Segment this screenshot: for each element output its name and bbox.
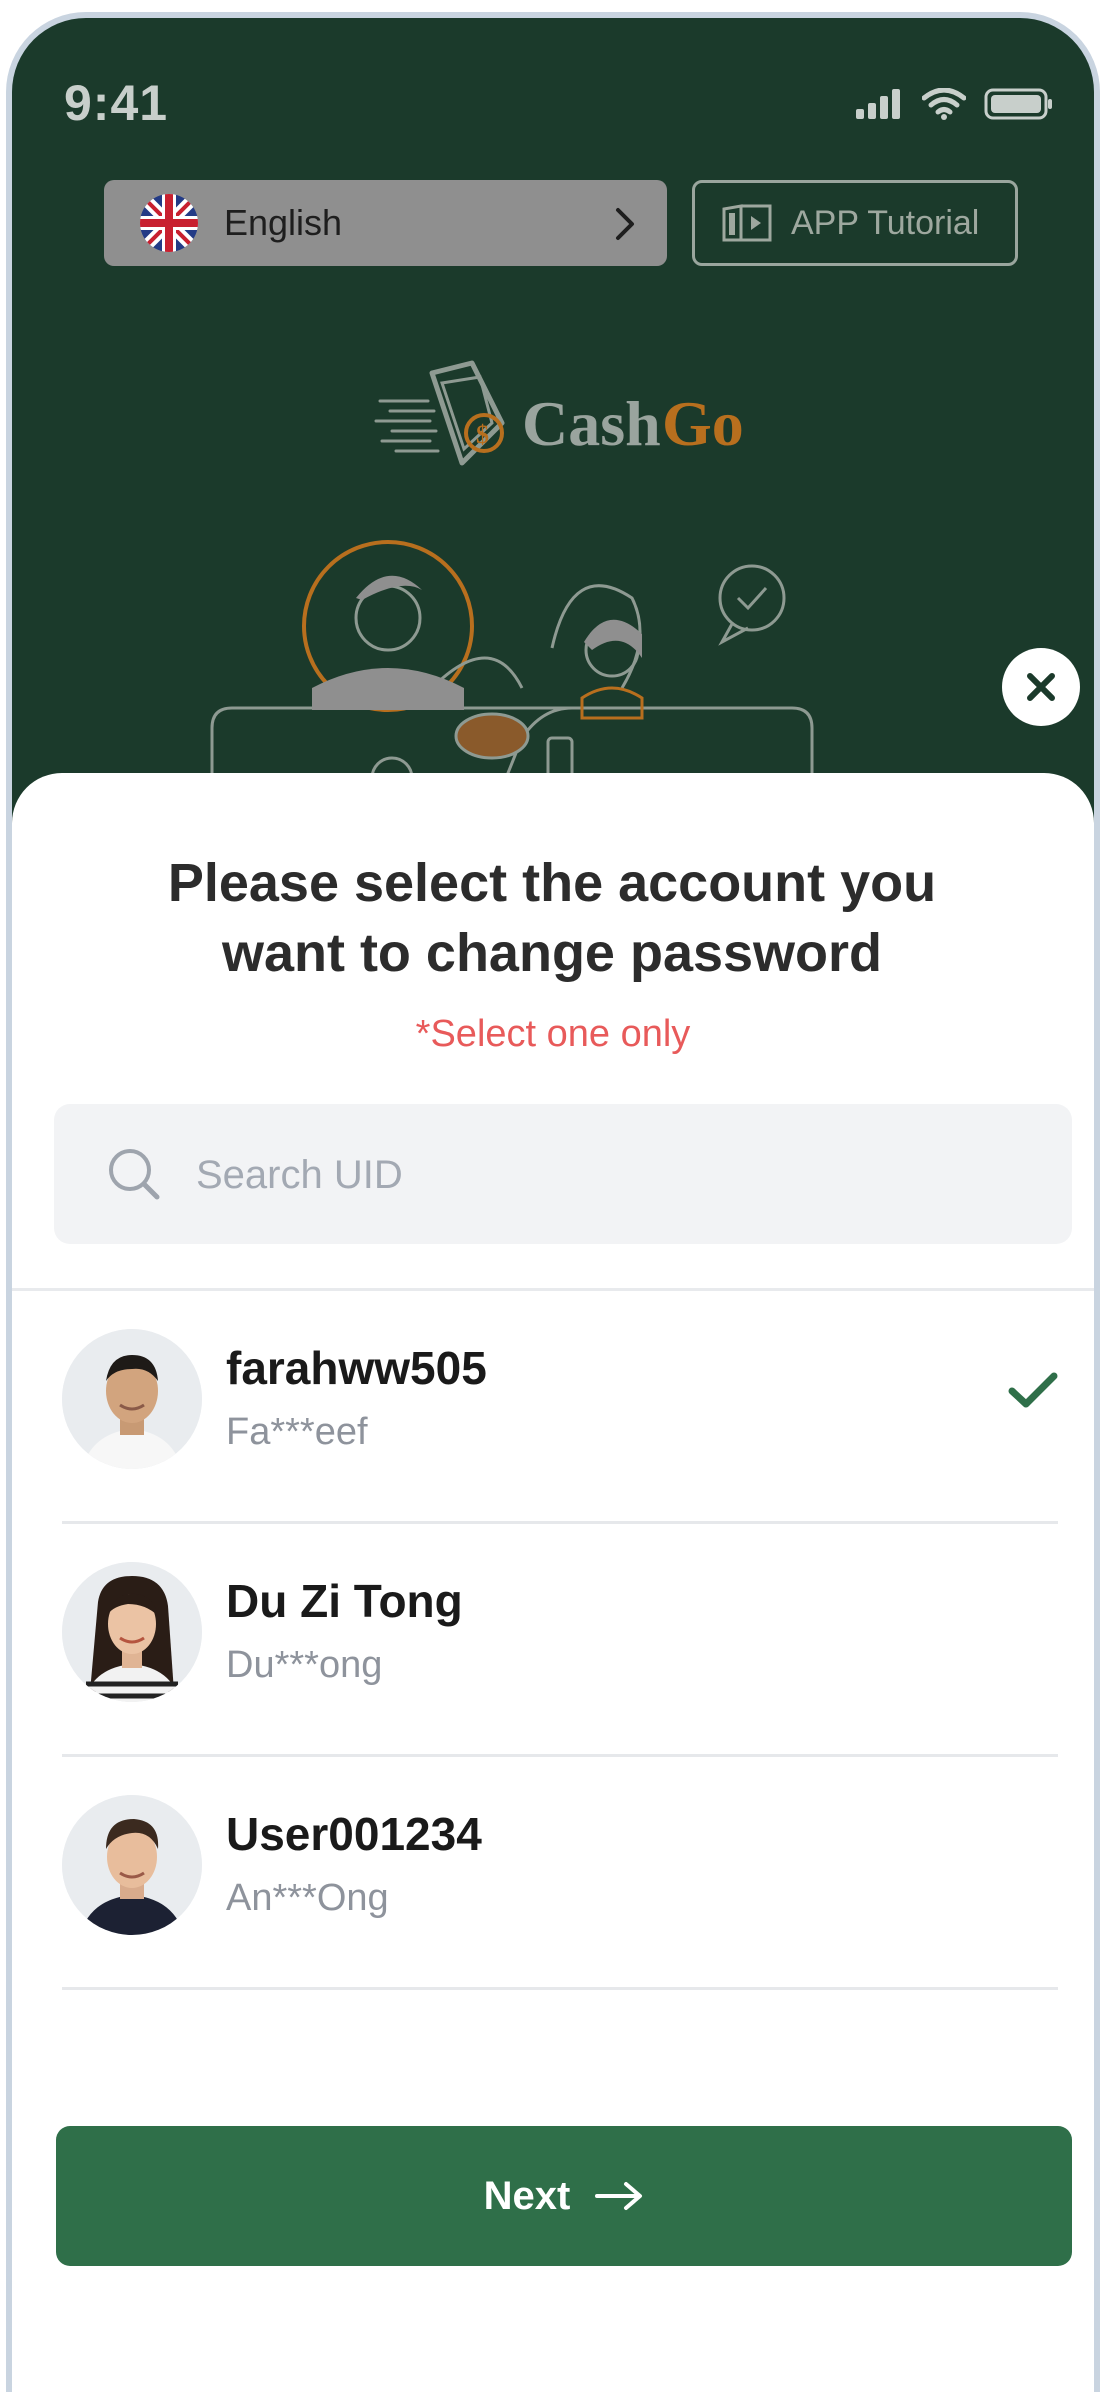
hero-illustration [192, 538, 832, 800]
close-button[interactable] [1002, 648, 1080, 726]
check-icon [1008, 1372, 1058, 1408]
arrow-right-icon [595, 2182, 643, 2210]
battery-icon [984, 88, 1052, 120]
account-masked-name: An***Ong [226, 1877, 389, 1919]
app-tutorial-label: APP Tutorial [791, 203, 980, 242]
signal-icon [856, 89, 900, 119]
account-masked-name: Du***ong [226, 1644, 383, 1686]
next-button[interactable]: Next [56, 2126, 1072, 2266]
uk-flag-icon [140, 194, 198, 252]
search-uid-input[interactable] [194, 1139, 1038, 1211]
chevron-right-icon [616, 208, 634, 240]
close-icon [1027, 673, 1055, 701]
search-icon [109, 1149, 160, 1200]
avatar [62, 1329, 202, 1469]
brand-name-part2: Go [662, 388, 744, 459]
sheet-title: Please select the account you want to ch… [167, 853, 937, 983]
account-row[interactable]: User001234 An***Ong [12, 1757, 1094, 1990]
status-time: 9:41 [64, 75, 169, 131]
wifi-icon [922, 88, 966, 120]
account-uid: Du Zi Tong [226, 1575, 463, 1627]
account-row[interactable]: farahww505 Fa***eef [12, 1291, 1094, 1524]
account-row[interactable]: Du Zi Tong Du***ong [12, 1524, 1094, 1757]
account-uid: User001234 [226, 1808, 482, 1860]
avatar [62, 1795, 202, 1935]
app-tutorial-button[interactable]: APP Tutorial [692, 180, 1018, 266]
account-select-sheet: Please select the account you want to ch… [12, 773, 1094, 2392]
phone-screen: 9:41 English APP Tutorial $ Cash Go Plea… [6, 12, 1100, 2392]
status-icons [854, 88, 1054, 120]
next-label: Next [483, 2173, 571, 2218]
account-masked-name: Fa***eef [226, 1411, 368, 1453]
account-uid: farahww505 [226, 1342, 487, 1394]
book-video-icon [722, 204, 772, 242]
select-one-hint: *Select one only [415, 1013, 691, 1055]
row-divider [62, 1987, 1058, 1990]
svg-text:$: $ [476, 420, 489, 449]
header-row: English APP Tutorial [12, 168, 1094, 268]
search-box[interactable] [54, 1104, 1072, 1244]
status-bar: 9:41 [12, 18, 1094, 138]
language-label: English [224, 202, 343, 243]
cashgo-logo: $ Cash Go [372, 353, 772, 483]
brand-name-part1: Cash [522, 388, 661, 459]
language-selector-button[interactable]: English [104, 180, 667, 266]
account-list: farahww505 Fa***eef Du Zi Tong Du***ong … [12, 1291, 1094, 1990]
avatar [62, 1562, 202, 1702]
